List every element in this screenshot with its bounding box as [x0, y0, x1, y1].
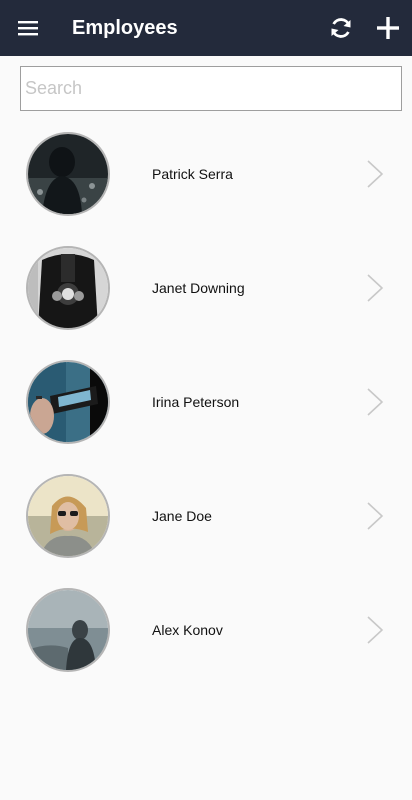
avatar	[26, 588, 110, 672]
avatar	[26, 474, 110, 558]
add-icon[interactable]	[372, 12, 404, 44]
chevron-right-icon[interactable]	[364, 500, 386, 532]
employee-name: Jane Doe	[152, 508, 212, 524]
employee-list: Patrick Serra Janet Downing Irina Peters…	[0, 116, 412, 686]
refresh-icon[interactable]	[325, 12, 357, 44]
avatar	[26, 360, 110, 444]
chevron-right-icon[interactable]	[364, 272, 386, 304]
menu-icon[interactable]	[12, 12, 44, 44]
avatar	[26, 246, 110, 330]
page-title: Employees	[72, 17, 178, 39]
employee-row[interactable]: Jane Doe	[0, 458, 412, 572]
employee-row[interactable]: Irina Peterson	[0, 344, 412, 458]
avatar	[26, 132, 110, 216]
chevron-right-icon[interactable]	[364, 386, 386, 418]
employee-name: Alex Konov	[152, 622, 223, 638]
search-input[interactable]	[20, 66, 402, 111]
chevron-right-icon[interactable]	[364, 614, 386, 646]
employee-row[interactable]: Janet Downing	[0, 230, 412, 344]
employee-name: Irina Peterson	[152, 394, 240, 410]
app-bar: Employees	[0, 0, 412, 56]
chevron-right-icon[interactable]	[364, 158, 386, 190]
employee-row[interactable]: Patrick Serra	[0, 116, 412, 230]
employee-name: Patrick Serra	[152, 166, 233, 182]
employee-name: Janet Downing	[152, 280, 245, 296]
employee-row[interactable]: Alex Konov	[0, 572, 412, 686]
